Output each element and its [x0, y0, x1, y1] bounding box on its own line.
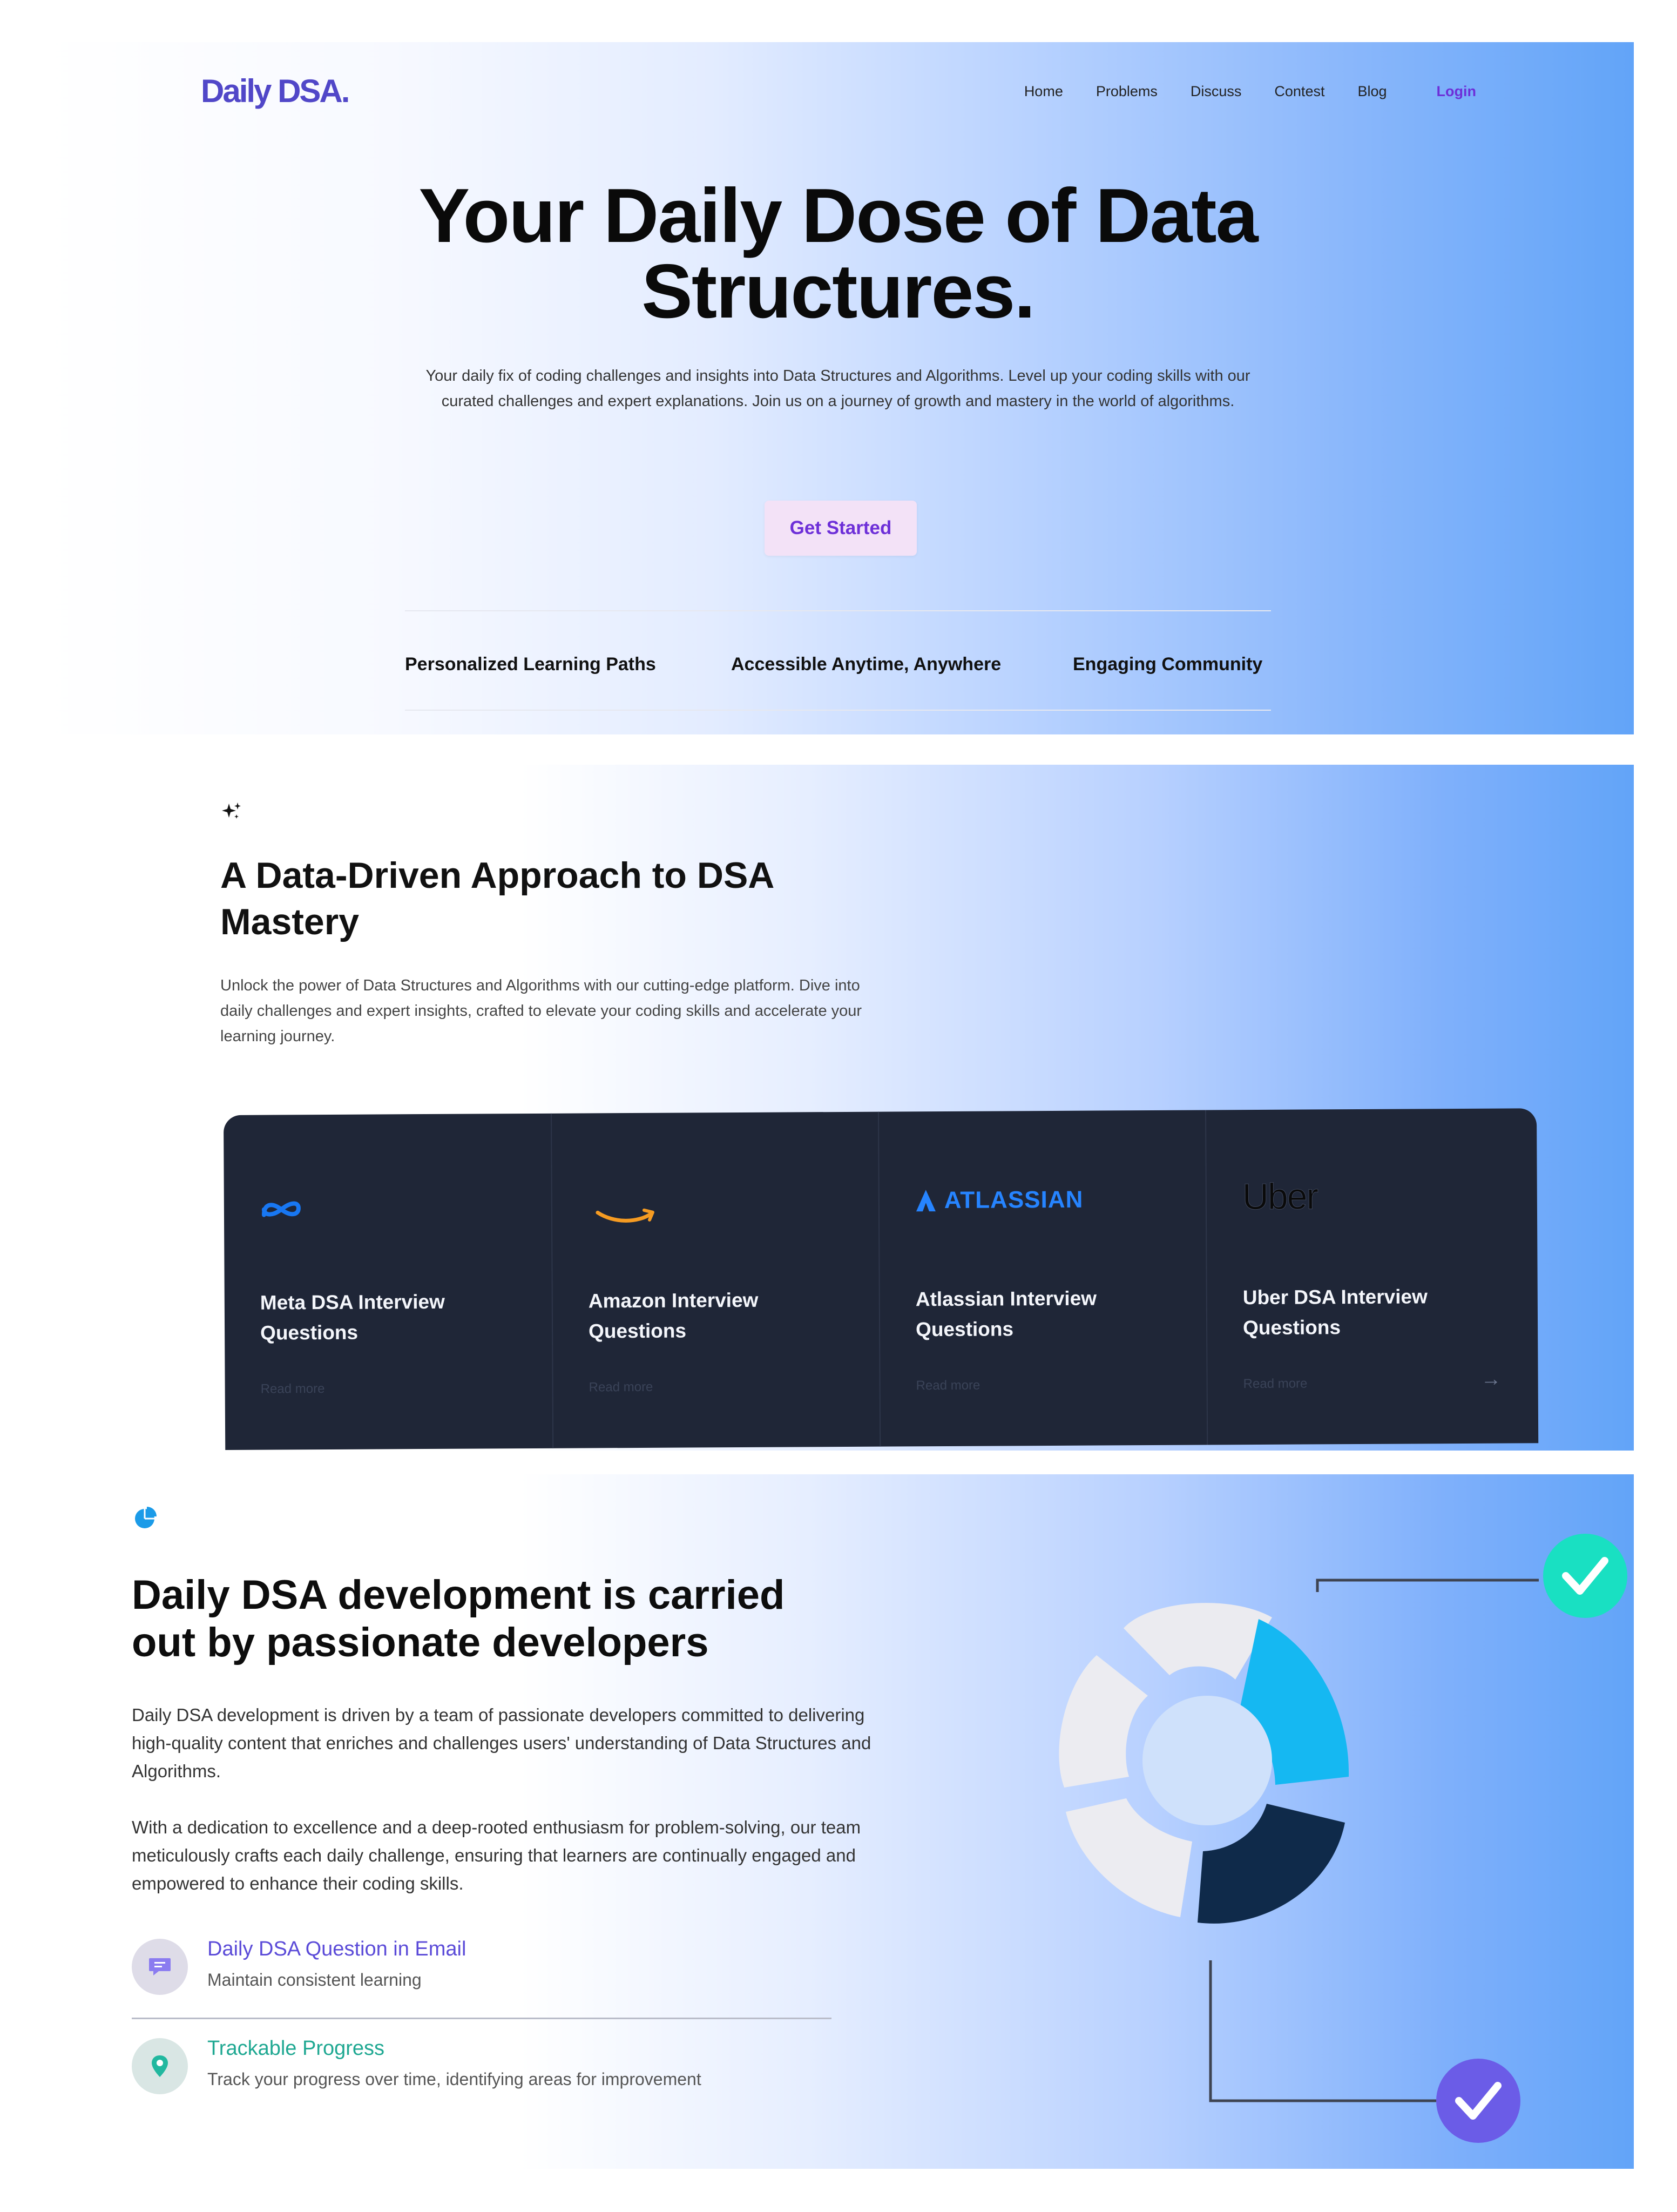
developers-section: Daily DSA development is carried out by …	[42, 1474, 1634, 2169]
developers-para1: Daily DSA development is driven by a tea…	[132, 1705, 871, 1781]
company-cards: Meta DSA Interview Questions Read more A…	[224, 1108, 1539, 1450]
developers-title-line1: Daily DSA development is carried	[132, 1572, 785, 1618]
segment-left	[1059, 1655, 1148, 1788]
connector-line-top	[1316, 1579, 1539, 1592]
feature-personalized: Personalized Learning Paths	[405, 654, 656, 675]
segment-bottom-left	[1066, 1798, 1192, 1917]
divider	[405, 610, 1271, 611]
hero-title-line1: Your Daily Dose of Data	[418, 173, 1258, 259]
feature-progress[interactable]: Trackable Progress Track your progress o…	[132, 2036, 834, 2101]
check-badge-top	[1543, 1534, 1627, 1618]
chat-bubble-icon	[132, 1939, 188, 1995]
hero-title: Your Daily Dose of Data Structures.	[42, 178, 1634, 330]
nav-problems[interactable]: Problems	[1096, 83, 1158, 100]
card-uber[interactable]: Uber Uber DSA Interview Questions Read m…	[1205, 1108, 1536, 1445]
connector-line-bottom	[1209, 1960, 1436, 2102]
developers-para2: With a dedication to excellence and a de…	[132, 1817, 861, 1893]
nav-discuss[interactable]: Discuss	[1191, 83, 1242, 100]
pie-chart-icon	[135, 1507, 157, 1528]
atlassian-wordmark: ATLASSIAN	[944, 1186, 1084, 1214]
hero-section: Daily DSA. Home Problems Discuss Contest…	[42, 42, 1634, 734]
nav-contest[interactable]: Contest	[1274, 83, 1324, 100]
atlassian-triangle-icon	[916, 1190, 936, 1212]
atlassian-logo: ATLASSIAN	[915, 1181, 1084, 1220]
feature-community: Engaging Community	[1073, 654, 1263, 675]
amazon-logo	[588, 1189, 664, 1227]
read-more-link[interactable]: Read more	[261, 1381, 325, 1397]
card-title: Meta DSA Interview Questions	[260, 1290, 445, 1344]
hero-title-line2: Structures.	[641, 248, 1036, 334]
uber-wordmark: Uber	[1242, 1176, 1318, 1218]
read-more-link[interactable]: Read more	[916, 1378, 980, 1394]
developers-title: Daily DSA development is carried out by …	[132, 1572, 888, 1667]
meta-logo	[260, 1190, 303, 1228]
nav-home[interactable]: Home	[1024, 83, 1063, 100]
read-more-link[interactable]: Read more	[1243, 1376, 1308, 1392]
read-more-link[interactable]: Read more	[589, 1380, 653, 1395]
divider	[405, 710, 1271, 711]
approach-title-line1: A Data-Driven Approach to DSA	[220, 855, 775, 896]
center-circle	[1142, 1696, 1272, 1825]
card-meta[interactable]: Meta DSA Interview Questions Read more	[224, 1114, 552, 1450]
hero-subtitle: Your daily fix of coding challenges and …	[425, 367, 1250, 410]
card-amazon[interactable]: Amazon Interview Questions Read more	[550, 1111, 881, 1448]
get-started-button[interactable]: Get Started	[765, 501, 917, 556]
uber-logo: Uber	[1242, 1176, 1318, 1218]
card-title: Amazon Interview Questions	[588, 1289, 759, 1343]
card-title: Atlassian Interview Questions	[915, 1287, 1097, 1341]
approach-section: A Data-Driven Approach to DSA Mastery Un…	[42, 765, 1634, 1451]
segmented-diagram	[1059, 1534, 1627, 2143]
check-badge-bottom	[1436, 2059, 1520, 2143]
nav-blog[interactable]: Blog	[1357, 83, 1387, 100]
meta-infinity-icon	[261, 1201, 301, 1217]
logo[interactable]: Daily DSA.	[201, 72, 350, 110]
feature-title: Trackable Progress	[207, 2037, 385, 2060]
feature-subtitle: Track your progress over time, identifyi…	[207, 2069, 701, 2089]
approach-title: A Data-Driven Approach to DSA Mastery	[220, 852, 774, 945]
feature-email[interactable]: Daily DSA Question in Email Maintain con…	[132, 1937, 834, 2001]
approach-body: Unlock the power of Data Structures and …	[220, 977, 862, 1045]
feature-title: Daily DSA Question in Email	[207, 1938, 466, 1960]
approach-title-line2: Mastery	[220, 901, 360, 942]
developers-title-line2: out by passionate developers	[132, 1620, 709, 1665]
amazon-smile-icon	[596, 1208, 654, 1223]
feature-accessible: Accessible Anytime, Anywhere	[731, 654, 1002, 675]
sparkles-icon	[222, 802, 241, 819]
main-nav: Home Problems Discuss Contest Blog Login	[991, 83, 1476, 100]
login-link[interactable]: Login	[1437, 83, 1476, 100]
arrow-right-icon[interactable]: →	[1480, 1368, 1501, 1391]
feature-subtitle: Maintain consistent learning	[207, 1970, 422, 1990]
card-title: Uber DSA Interview Questions	[1242, 1285, 1428, 1339]
divider	[132, 2018, 831, 2019]
card-atlassian[interactable]: ATLASSIAN Atlassian Interview Questions …	[877, 1110, 1208, 1447]
map-pin-icon	[132, 2038, 188, 2094]
